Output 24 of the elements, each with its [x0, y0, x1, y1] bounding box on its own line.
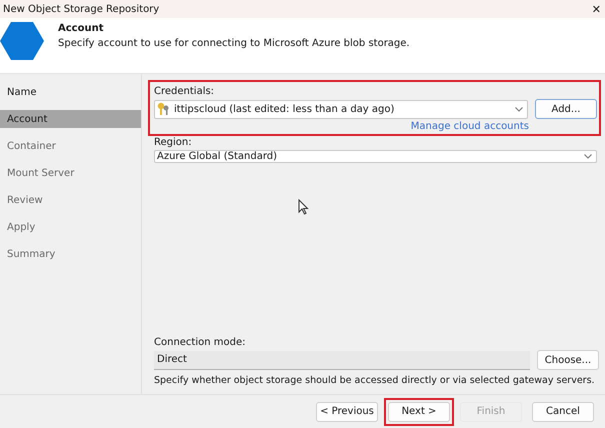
chevron-down-icon: [515, 106, 523, 112]
region-dropdown[interactable]: Azure Global (Standard): [154, 150, 597, 163]
wizard-step[interactable]: Name: [0, 83, 141, 101]
close-button[interactable]: ✕: [592, 2, 601, 16]
chevron-down-icon: [584, 154, 592, 159]
page-description: Specify account to use for connecting to Microsoft Azure blob storage.: [58, 38, 410, 49]
credentials-dropdown[interactable]: ittipscloud (last edited: less than a day ago): [154, 100, 528, 118]
credentials-label: Credentials:: [154, 86, 216, 97]
add-button[interactable]: Add...: [535, 99, 597, 119]
wizard-button[interactable]: Cancel: [532, 402, 594, 422]
connection-hint: Specify whether object storage should be accessed directly or via selected gateway servers.: [154, 375, 596, 386]
hexagon-icon: [0, 22, 44, 60]
page-title: Account: [58, 23, 104, 34]
window-title: New Object Storage Repository: [3, 4, 160, 14]
connection-mode-field: Direct: [154, 350, 530, 370]
wizard-button[interactable]: < Previous: [316, 402, 378, 422]
region-label: Region:: [154, 137, 193, 148]
manage-accounts-link[interactable]: Manage cloud accounts: [410, 121, 529, 132]
choose-button[interactable]: Choose...: [537, 350, 599, 370]
wizard-step[interactable]: Account: [0, 110, 141, 128]
connection-mode-label: Connection mode:: [154, 337, 246, 348]
mouse-cursor-icon: [298, 199, 309, 215]
key-icon: [157, 102, 171, 116]
wizard-button[interactable]: Next >: [388, 402, 450, 422]
